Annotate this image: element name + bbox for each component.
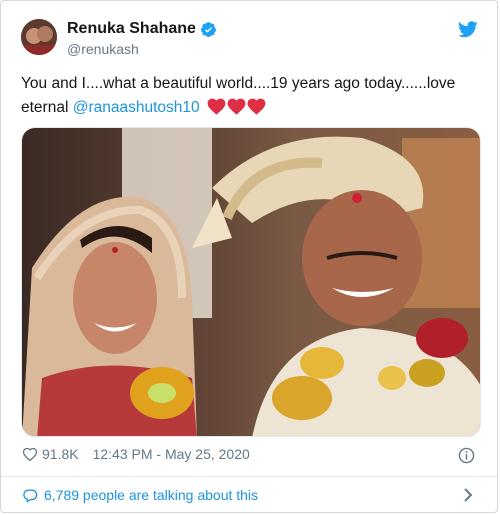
author-handle[interactable]: @renukash <box>67 41 139 57</box>
heart-emojis <box>207 98 266 115</box>
like-count[interactable]: 91.8K <box>42 446 79 462</box>
red-heart-icon <box>247 98 266 115</box>
author-name-row[interactable]: Renuka Shahane <box>67 20 217 38</box>
conversation-text[interactable]: 6,789 people are talking about this <box>44 487 258 503</box>
red-heart-icon <box>207 98 226 115</box>
tweet-text: You and I....what a beautiful world....1… <box>21 72 481 120</box>
mention-link[interactable]: @ranaashutosh10 <box>73 99 200 116</box>
twitter-bird-icon[interactable] <box>458 21 478 38</box>
conversation-link[interactable]: 6,789 people are talking about this <box>22 487 258 503</box>
avatar[interactable] <box>21 19 57 55</box>
divider <box>1 476 497 477</box>
author-display-name[interactable]: Renuka Shahane <box>67 20 196 38</box>
tweet-photo[interactable] <box>21 127 481 437</box>
verified-badge-icon <box>201 21 216 37</box>
info-icon[interactable] <box>458 447 475 464</box>
speech-bubble-icon <box>23 489 38 503</box>
timestamp[interactable]: 12:43 PM - May 25, 2020 <box>93 446 250 462</box>
tweet-embed-card: Renuka Shahane @renukash You and I....wh… <box>0 0 498 513</box>
chevron-right-icon[interactable] <box>463 488 473 502</box>
like-icon[interactable] <box>22 447 38 462</box>
red-heart-icon <box>227 98 246 115</box>
tweet-meta: 91.8K 12:43 PM - May 25, 2020 <box>22 446 250 462</box>
